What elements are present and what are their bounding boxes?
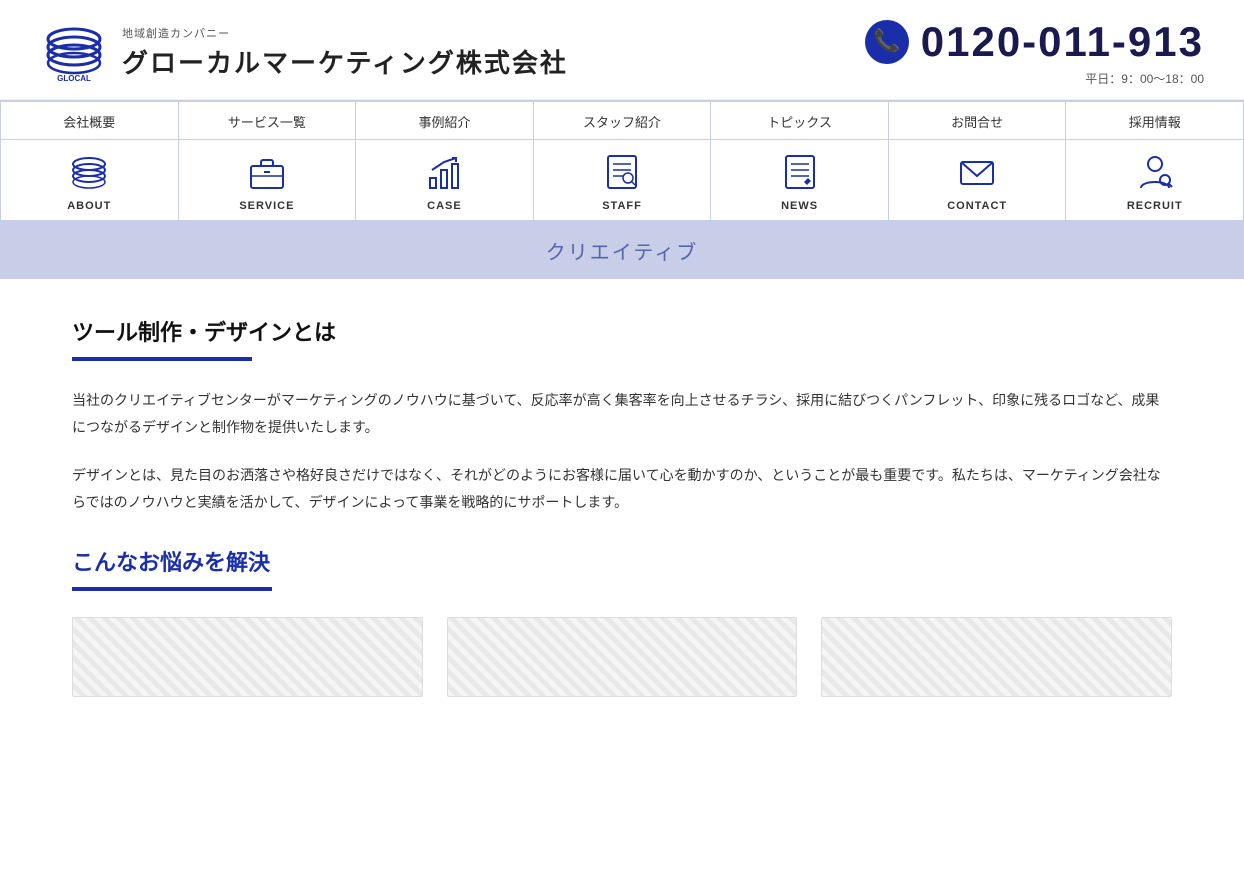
logo-text: 地域創造カンパニー グローカルマーケティング株式会社 [122, 25, 568, 80]
service-icon [245, 150, 289, 194]
nav-label-staff: STAFF [602, 200, 642, 212]
logo-subtitle: 地域創造カンパニー [122, 25, 568, 41]
main-content: ツール制作・デザインとは 当社のクリエイティブセンターがマーケティングのノウハウ… [32, 279, 1212, 737]
phone-area: 📞 0120-011-913 [863, 18, 1204, 66]
nav-top-case[interactable]: 事例紹介 [356, 102, 534, 139]
nav-top: 会社概要 サービス一覧 事例紹介 スタッフ紹介 トピックス お問合せ 採用情報 [0, 100, 1244, 140]
svg-text:📞: 📞 [873, 26, 901, 53]
section2-underline [72, 587, 272, 591]
news-icon [778, 150, 822, 194]
recruit-icon [1133, 150, 1177, 194]
section1-title: ツール制作・デザインとは [72, 315, 1172, 347]
svg-text:GLOCAL: GLOCAL [57, 74, 91, 83]
logo-area: GLOCAL 地域創造カンパニー グローカルマーケティング株式会社 [40, 19, 568, 87]
nav-icon-about[interactable]: ABOUT [0, 140, 179, 220]
nav-label-about: ABOUT [67, 200, 111, 212]
phone-number: 0120-011-913 [921, 18, 1204, 66]
card-1 [72, 617, 423, 697]
nav-icon-recruit[interactable]: RECRUIT [1066, 140, 1244, 220]
body-text-1: 当社のクリエイティブセンターがマーケティングのノウハウに基づいて、反応率が高く集… [72, 387, 1172, 440]
about-icon [67, 150, 111, 194]
nav-icon-service[interactable]: SERVICE [179, 140, 357, 220]
logo-title: グローカルマーケティング株式会社 [122, 43, 568, 80]
nav-top-about[interactable]: 会社概要 [0, 102, 179, 139]
phone-icon: 📞 [863, 18, 911, 66]
category-text: クリエイティブ [546, 242, 698, 264]
nav-icon-staff[interactable]: STAFF [534, 140, 712, 220]
nav-top-service[interactable]: サービス一覧 [179, 102, 357, 139]
nav-label-contact: CONTACT [947, 200, 1007, 212]
nav-icon-news[interactable]: NEWS [711, 140, 889, 220]
nav-label-case: CASE [427, 200, 462, 212]
nav-top-recruit[interactable]: 採用情報 [1066, 102, 1244, 139]
card-2 [447, 617, 798, 697]
nav-icon-case[interactable]: CASE [356, 140, 534, 220]
nav-icon-contact[interactable]: CONTACT [889, 140, 1067, 220]
body-text-2: デザインとは、見た目のお洒落さや格好良さだけではなく、それがどのようにお客様に届… [72, 462, 1172, 515]
nav-top-news[interactable]: トピックス [711, 102, 889, 139]
phone-hours: 平日：9：00～18：00 [863, 70, 1204, 87]
section1-underline [72, 357, 252, 361]
card-3 [821, 617, 1172, 697]
page-header: GLOCAL 地域創造カンパニー グローカルマーケティング株式会社 📞 0120… [0, 0, 1244, 100]
nav-label-service: SERVICE [239, 200, 294, 212]
category-banner: クリエイティブ [0, 222, 1244, 279]
case-icon [422, 150, 466, 194]
nav-label-recruit: RECRUIT [1127, 200, 1183, 212]
cards-row [72, 617, 1172, 697]
nav-icons: ABOUT SERVICE CASE [0, 140, 1244, 222]
contact-icon [955, 150, 999, 194]
logo-icon: GLOCAL [40, 19, 108, 87]
nav-label-news: NEWS [781, 200, 818, 212]
section2-title: こんなお悩みを解決 [72, 545, 1172, 577]
nav-top-staff[interactable]: スタッフ紹介 [534, 102, 712, 139]
staff-icon [600, 150, 644, 194]
logo-svg: GLOCAL [40, 19, 108, 87]
nav-top-contact[interactable]: お問合せ [889, 102, 1067, 139]
header-right: 📞 0120-011-913 平日：9：00～18：00 [863, 18, 1204, 87]
